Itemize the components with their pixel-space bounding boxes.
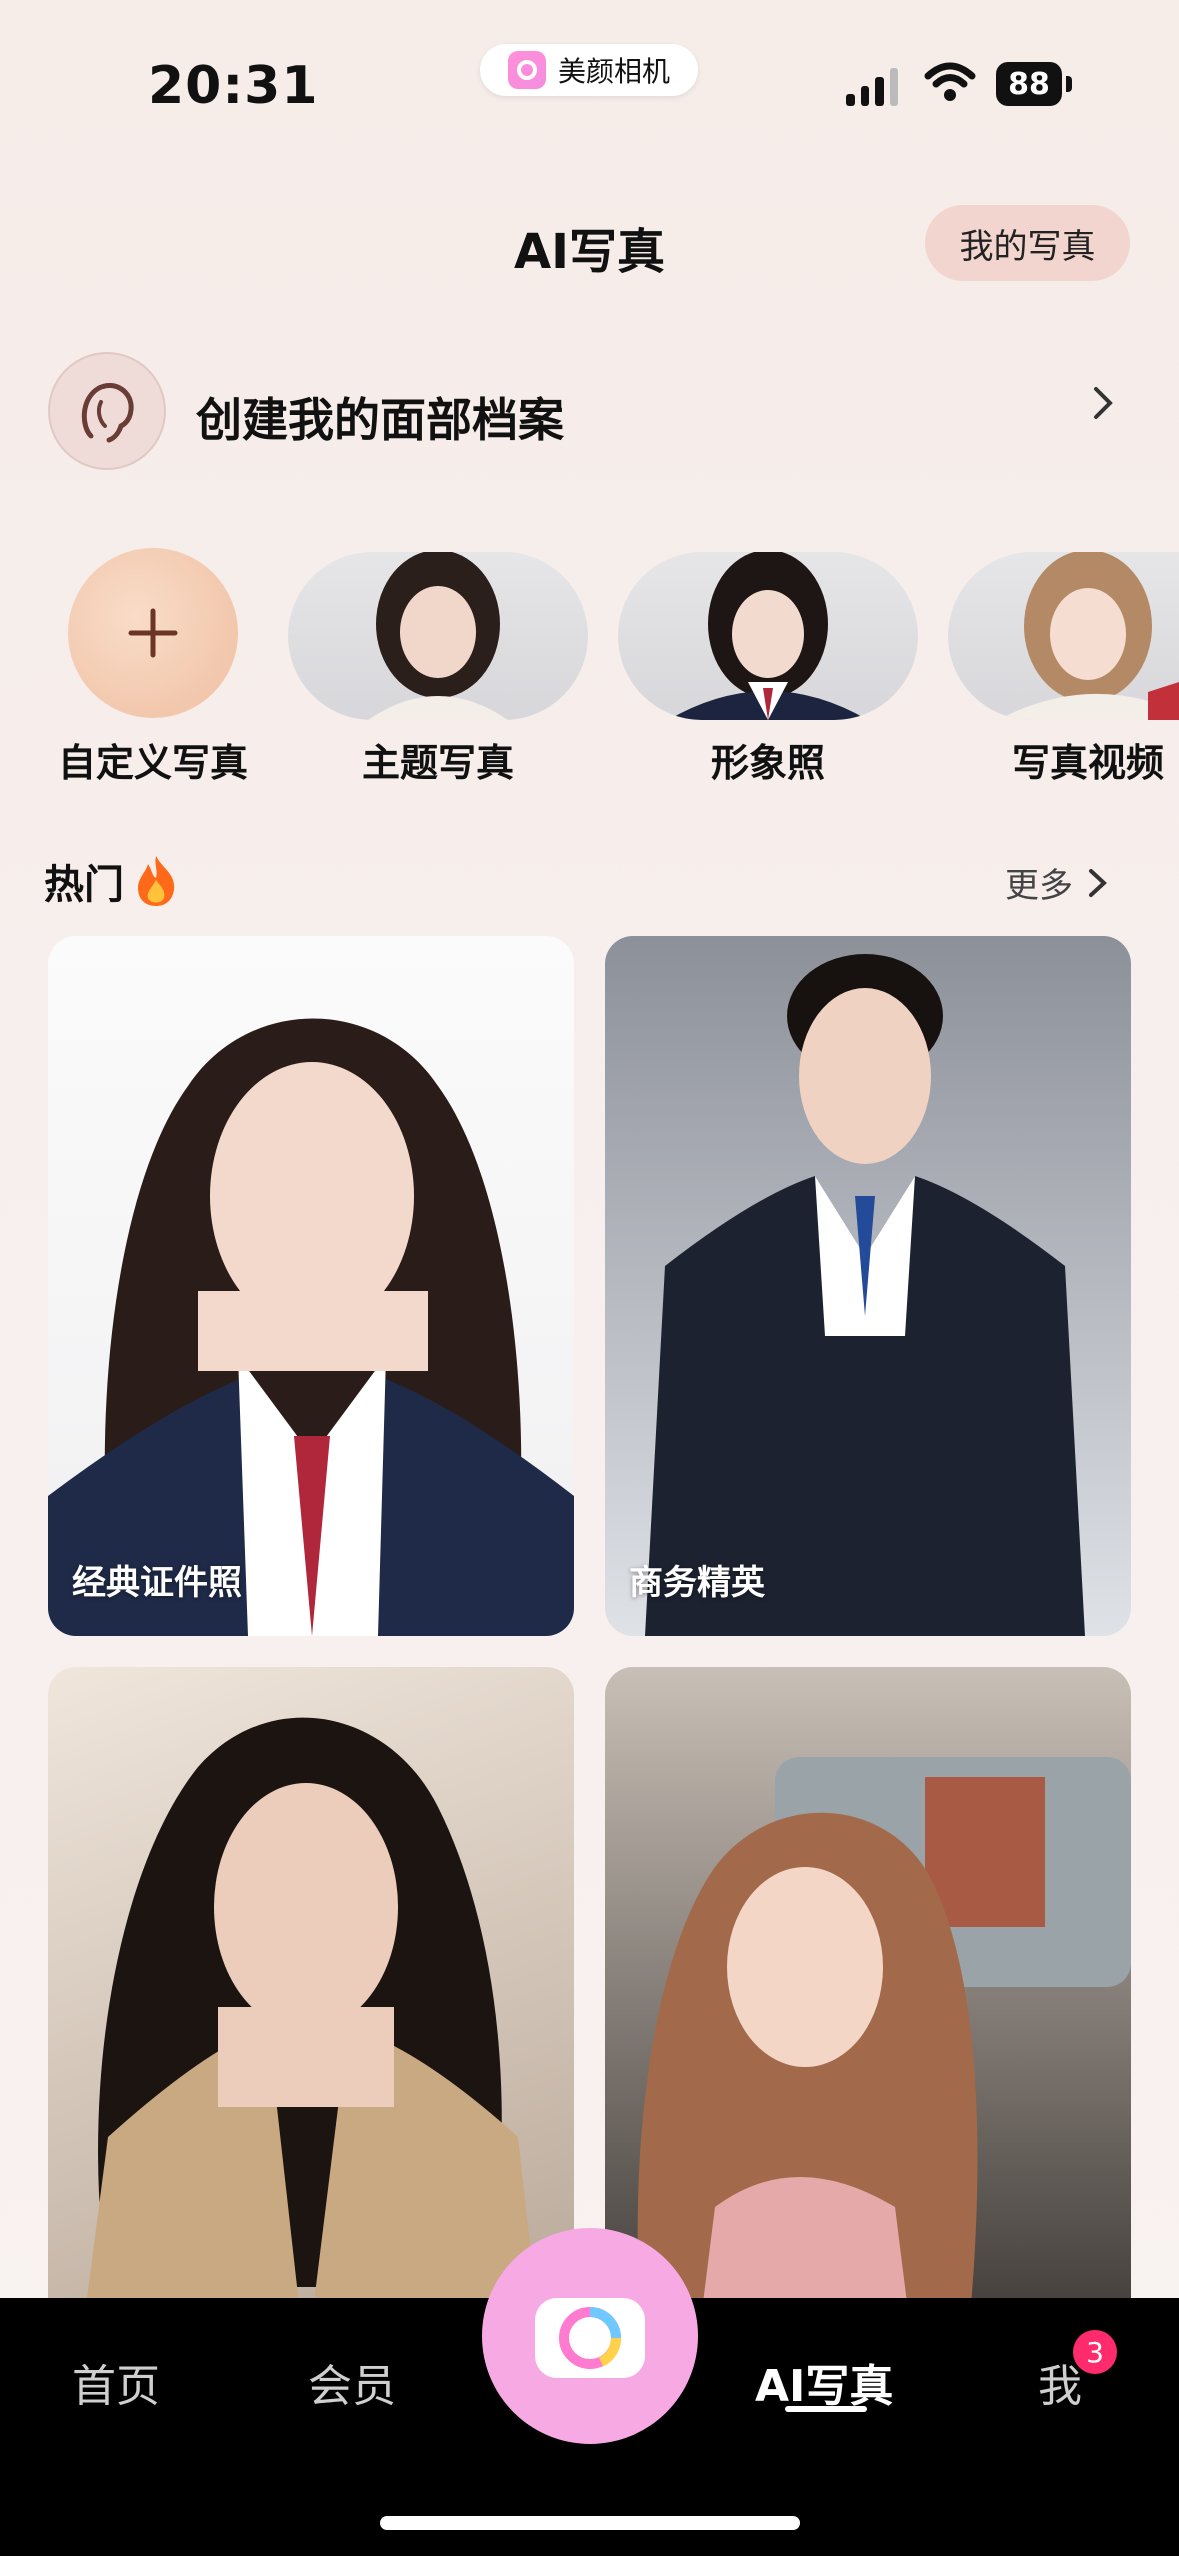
app-mini-icon <box>507 51 546 89</box>
battery-level: 88 <box>996 62 1062 106</box>
hot-section-title: 热门 <box>44 852 180 910</box>
cellular-signal-icon <box>846 64 898 106</box>
category-theme-thumbnail[interactable] <box>288 552 588 720</box>
photo-card[interactable] <box>605 1667 1131 2367</box>
category-label-image[interactable]: 形象照 <box>618 732 918 787</box>
status-time: 20:31 <box>148 56 319 116</box>
camera-icon <box>535 2298 645 2378</box>
card-label: 商务精英 <box>629 1563 765 1603</box>
classic-id-photo-image <box>48 1018 574 1636</box>
business-elite-image <box>645 954 1085 1636</box>
active-tab-indicator <box>785 2406 867 2412</box>
category-image-thumbnail[interactable] <box>618 552 918 720</box>
tab-home[interactable]: 首页 <box>72 2350 160 2414</box>
custom-photo-add-button[interactable] <box>68 548 238 718</box>
photo-card[interactable] <box>48 1667 574 2367</box>
notification-badge: 3 <box>1073 2330 1117 2374</box>
hot-title-text: 热门 <box>44 862 124 908</box>
tab-member[interactable]: 会员 <box>308 2350 396 2414</box>
fire-icon <box>138 856 175 906</box>
car-portrait-image <box>637 1757 1131 2367</box>
home-indicator <box>380 2516 800 2530</box>
more-link[interactable]: 更多 <box>1005 858 1109 907</box>
photo-card[interactable]: 商务精英 <box>605 936 1131 1636</box>
battery-icon: 88 <box>996 62 1072 106</box>
chevron-right-icon <box>1089 868 1107 897</box>
elegant-portrait-image <box>78 1717 544 2367</box>
camera-button[interactable] <box>482 2228 698 2444</box>
more-label: 更多 <box>1005 866 1073 906</box>
create-face-profile-label[interactable]: 创建我的面部档案 <box>196 384 564 450</box>
plus-icon <box>128 608 178 658</box>
photo-card[interactable]: 经典证件照 <box>48 936 574 1636</box>
active-app-pill[interactable]: 美颜相机 <box>480 44 698 96</box>
tab-ai-photo[interactable]: AI写真 <box>755 2350 893 2414</box>
category-label-theme[interactable]: 主题写真 <box>288 732 588 787</box>
chevron-right-icon[interactable] <box>1090 385 1116 421</box>
category-label-video[interactable]: 写真视频 <box>1012 732 1179 787</box>
card-label: 经典证件照 <box>72 1563 242 1603</box>
face-profile-icon[interactable] <box>48 352 166 470</box>
category-video-thumbnail[interactable] <box>948 552 1179 720</box>
category-label-custom[interactable]: 自定义写真 <box>50 732 256 787</box>
wifi-icon <box>924 62 976 101</box>
active-app-name: 美颜相机 <box>557 55 670 88</box>
my-photos-button[interactable]: 我的写真 <box>925 205 1130 281</box>
